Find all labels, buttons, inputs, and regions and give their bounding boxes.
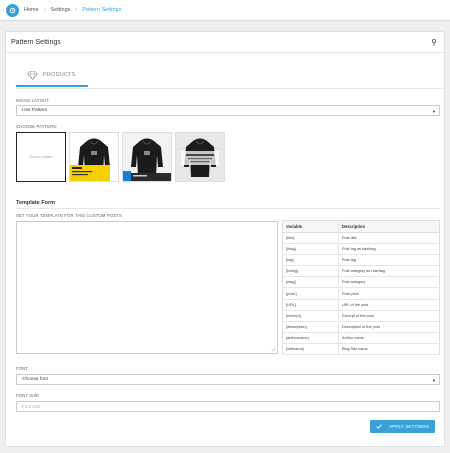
variable-cell: {ctag} [282, 276, 339, 289]
variable-cell: {URL} [282, 299, 339, 311]
variable-cell: {price} [282, 287, 339, 300]
pattern-option-none[interactable]: Choose a pattern [16, 132, 66, 182]
font-label: FONT [16, 366, 29, 371]
description-cell: Blog Site name [338, 343, 440, 356]
diamond-icon [27, 70, 38, 80]
template-textarea[interactable] [16, 221, 278, 354]
table-row: {htag} Post tag as hashtag [282, 243, 440, 256]
variable-cell: {hctag} [282, 265, 339, 278]
table-row: {description} Description of the post [282, 321, 440, 333]
hoodie-image [123, 133, 171, 181]
variable-cell: {title} [282, 232, 339, 245]
check-icon [376, 424, 382, 429]
settings-card: Pattern Settings PRODUCTS IMAGE LAYOUT U… [5, 31, 445, 447]
font-size-placeholder: Font size [22, 404, 41, 409]
tab-label: PRODUCTS [43, 72, 76, 78]
table-row: {tag} Post tag [282, 254, 440, 267]
font-size-label: FONT SIZE [16, 393, 40, 398]
table-row: {title} Post title [282, 232, 440, 245]
chevron-down-icon: ▼ [432, 378, 436, 383]
description-cell: Author name [338, 332, 440, 344]
table-header-row: Variable Description [282, 220, 440, 233]
pattern-picker: Choose a pattern [16, 132, 228, 182]
hoodie-image [176, 133, 224, 181]
image-layout-select[interactable]: Use Pattern ▼ [16, 105, 440, 116]
column-header-description: Description [338, 220, 440, 233]
template-textarea-label: SET YOUR TEMPLATE FOR THIS CUSTOM POSTS [16, 213, 122, 218]
description-cell: Post tag [338, 254, 440, 267]
breadcrumb-settings[interactable]: Settings [51, 7, 71, 13]
apply-settings-label: APPLY SETTINGS [389, 424, 430, 429]
variables-table: Variable Description {title} Post title {… [282, 220, 440, 356]
breadcrumb-current: Pattern Settings [82, 7, 122, 13]
column-header-variable: Variable [282, 220, 339, 233]
pattern-none-text: Choose a pattern [28, 155, 54, 159]
image-layout-label: IMAGE LAYOUT [16, 98, 50, 103]
font-value: Choose font [22, 377, 48, 382]
variable-cell: {authorname} [282, 332, 339, 344]
description-cell: Description of the post [338, 321, 440, 333]
variable-cell: {tag} [282, 254, 339, 267]
resize-handle-icon[interactable] [271, 347, 276, 352]
table-row: {sitename} Blog Site name [282, 343, 440, 356]
divider [6, 52, 444, 53]
variable-cell: {htag} [282, 243, 339, 256]
description-cell: URL of the post [338, 299, 440, 311]
pattern-option-blue[interactable] [122, 132, 172, 182]
variable-cell: {description} [282, 321, 339, 333]
breadcrumb-separator: › [75, 7, 78, 13]
choose-pattern-label: CHOOSE PATTERN [16, 124, 57, 129]
description-cell: Post price [338, 287, 440, 300]
breadcrumb-separator: › [43, 7, 46, 13]
font-size-input[interactable]: Font size [16, 401, 440, 412]
table-row: {hctag} Post category as hashtag [282, 265, 440, 278]
variable-cell: {sitename} [282, 343, 339, 356]
page-title: Pattern Settings [11, 39, 61, 46]
variable-cell: {excerpt} [282, 310, 339, 322]
tab-products[interactable]: PRODUCTS [16, 65, 88, 87]
home-icon[interactable] [6, 3, 19, 17]
description-cell: Post category as hashtag [338, 265, 440, 278]
description-cell: Post title [338, 232, 440, 245]
description-cell: Post category [338, 276, 440, 289]
description-cell: Post tag as hashtag [338, 243, 440, 256]
chevron-down-icon: ▼ [432, 109, 436, 114]
image-layout-value: Use Pattern [22, 108, 48, 113]
divider [16, 208, 440, 209]
font-select[interactable]: Choose font ▼ [16, 374, 440, 385]
table-row: {excerpt} Excerpt of the post [282, 310, 440, 322]
table-row: {authorname} Author name [282, 332, 440, 344]
divider [16, 88, 444, 89]
breadcrumb-home[interactable]: Home [24, 7, 39, 13]
pattern-option-yellow[interactable] [69, 132, 119, 182]
pattern-option-gray[interactable] [175, 132, 225, 182]
apply-settings-button[interactable]: APPLY SETTINGS [370, 420, 435, 433]
table-row: {ctag} Post category [282, 276, 440, 289]
table-row: {price} Post price [282, 287, 440, 300]
breadcrumb: Home › Settings › Pattern Settings [0, 0, 450, 21]
description-cell: Excerpt of the post [338, 310, 440, 322]
template-form-title: Template Form [16, 200, 56, 206]
table-row: {URL} URL of the post [282, 299, 440, 311]
pin-icon[interactable] [431, 39, 437, 46]
hoodie-image [70, 133, 118, 181]
